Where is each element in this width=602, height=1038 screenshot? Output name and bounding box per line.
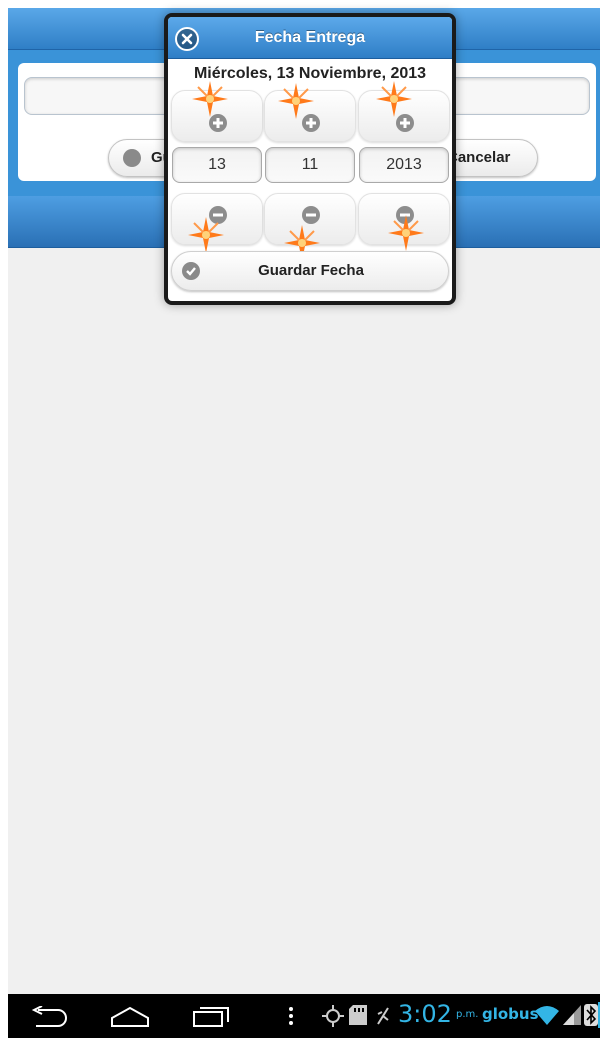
close-icon[interactable]	[175, 27, 199, 51]
sd-card-icon	[349, 1005, 367, 1025]
recents-icon[interactable]	[192, 1004, 230, 1028]
dialog-title: Fecha Entrega	[254, 29, 366, 46]
battery-icon	[598, 1002, 600, 1028]
system-navigation-bar: 3:02 p.m. globus	[8, 994, 600, 1038]
touch-spark-icon	[278, 83, 314, 119]
check-icon	[123, 149, 141, 167]
home-icon[interactable]	[110, 1006, 150, 1028]
clock-ampm: p.m.	[456, 1009, 479, 1020]
menu-icon[interactable]	[288, 1006, 294, 1026]
date-picker-dialog: Fecha Entrega Miércoles, 13 Noviembre, 2…	[164, 13, 456, 305]
carrier-name: globus	[482, 1005, 539, 1023]
clock-time: 3:02	[398, 1000, 452, 1028]
minus-icon	[302, 206, 320, 224]
signal-icon	[563, 1005, 581, 1025]
touch-spark-icon	[376, 81, 412, 117]
gps-icon	[322, 1005, 344, 1027]
touch-spark-icon	[192, 81, 228, 117]
usb-icon	[377, 1007, 389, 1025]
month-field[interactable]: 11	[265, 147, 355, 183]
bluetooth-icon	[584, 1004, 598, 1026]
cancel-button-label: Cancelar	[447, 149, 511, 166]
save-date-button[interactable]: Guardar Fecha	[171, 251, 449, 291]
year-field[interactable]: 2013	[359, 147, 449, 183]
back-icon[interactable]	[30, 1006, 68, 1028]
touch-spark-icon	[188, 217, 224, 253]
day-field[interactable]: 13	[172, 147, 262, 183]
wifi-icon	[535, 1006, 559, 1025]
save-date-label: Guardar Fecha	[258, 262, 364, 279]
touch-spark-icon	[388, 215, 424, 251]
